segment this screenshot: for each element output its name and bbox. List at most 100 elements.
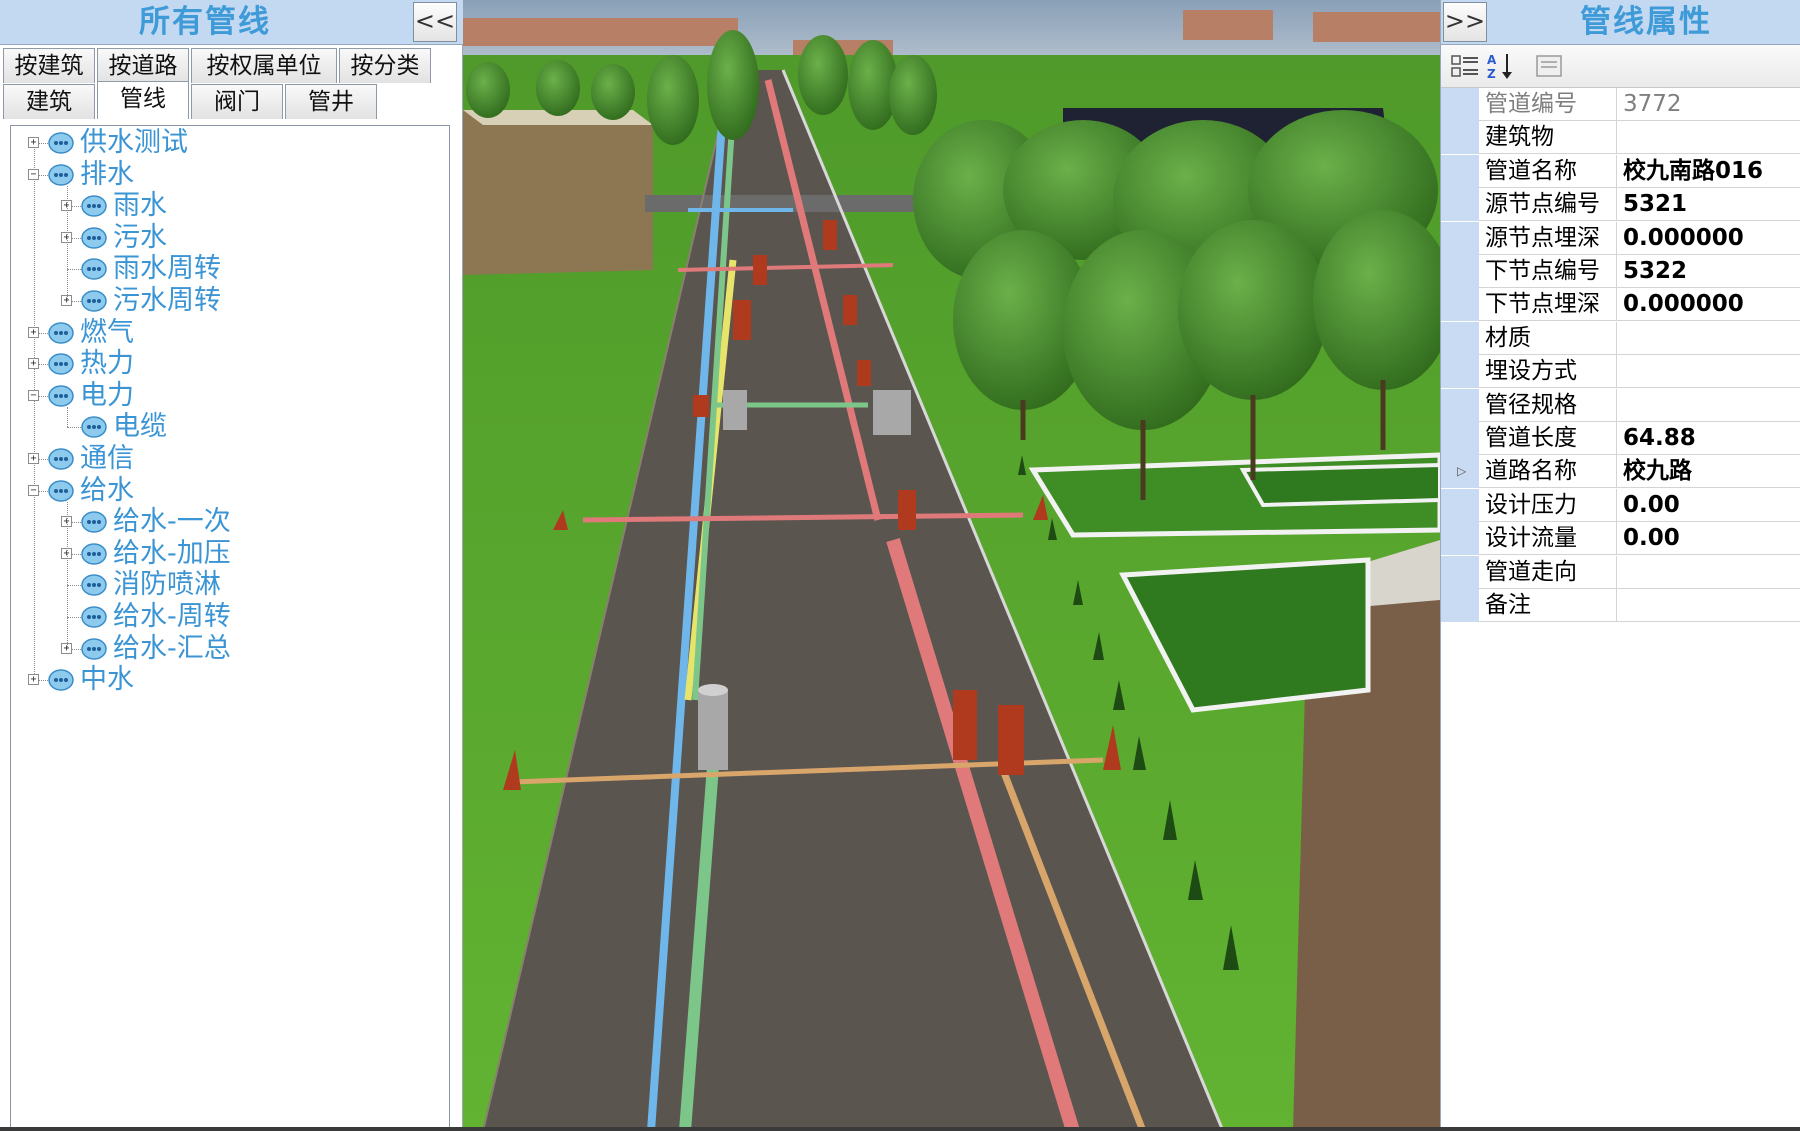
tab-type-1[interactable]: 管线 — [97, 81, 189, 119]
expand-icon[interactable]: + — [28, 453, 39, 464]
tab-group-1[interactable]: 按道路 — [97, 48, 189, 83]
tree-node[interactable]: 消防喷淋 — [11, 570, 441, 600]
property-value[interactable]: 64.88 — [1617, 422, 1800, 455]
tab-type-0[interactable]: 建筑 — [3, 84, 95, 119]
tree-node[interactable]: + 给水-汇总 — [11, 633, 441, 664]
pipeline-category-icon — [81, 606, 107, 628]
row-gutter — [1441, 422, 1479, 455]
tab-type-3[interactable]: 管井 — [285, 84, 377, 119]
collapse-left-button[interactable]: << — [413, 2, 457, 42]
property-row[interactable]: 下节点编号 5322 — [1441, 255, 1800, 288]
property-value[interactable]: 校九路 — [1617, 455, 1800, 489]
tree-node[interactable]: + 给水-一次 — [11, 507, 441, 537]
property-name: 设计压力 — [1479, 488, 1617, 522]
property-value[interactable]: 0.000000 — [1617, 288, 1800, 322]
property-row[interactable]: 设计流量 0.00 — [1441, 522, 1800, 556]
tree-guide-line — [67, 185, 68, 301]
pipeline-category-icon — [48, 669, 74, 691]
collapse-icon[interactable]: − — [28, 168, 39, 180]
property-row[interactable]: 埋设方式 — [1441, 355, 1800, 389]
tree-node-label: 给水-加压 — [113, 537, 231, 569]
row-gutter — [1441, 488, 1479, 522]
pipeline-category-icon — [48, 479, 74, 502]
tree-node[interactable]: + 通信 — [11, 444, 441, 474]
tab-group-3[interactable]: 按分类 — [339, 48, 431, 83]
row-gutter — [1441, 121, 1479, 155]
property-row[interactable]: 管径规格 — [1441, 388, 1800, 422]
tree-node-label: 给水-一次 — [113, 506, 231, 538]
pipeline-category-icon — [81, 416, 107, 439]
collapse-icon[interactable]: − — [28, 484, 39, 496]
property-value[interactable]: 校九南路016 — [1617, 155, 1800, 188]
property-value[interactable] — [1617, 322, 1800, 355]
property-name: 源节点编号 — [1479, 188, 1617, 222]
property-name: 道路名称 — [1479, 455, 1617, 489]
property-value[interactable] — [1617, 589, 1800, 622]
property-name: 备注 — [1479, 589, 1617, 622]
tree-node[interactable]: + 中水 — [11, 665, 441, 695]
tree-node[interactable]: + 雨水 — [11, 191, 441, 221]
tab-type-2[interactable]: 阀门 — [191, 84, 283, 119]
tree-node[interactable]: + 供水测试 — [11, 128, 441, 158]
property-row[interactable]: 备注 — [1441, 589, 1800, 622]
property-row[interactable]: 管道长度 64.88 — [1441, 422, 1800, 455]
tree-node-label: 雨水周转 — [113, 253, 221, 285]
property-row[interactable]: 管道名称 校九南路016 — [1441, 154, 1800, 188]
property-row[interactable]: 下节点埋深 0.000000 — [1441, 288, 1800, 322]
tree-node[interactable]: + 污水 — [11, 221, 441, 253]
tree-node[interactable]: − 排水 — [11, 159, 441, 190]
svg-text:A: A — [1487, 53, 1497, 67]
tree-node[interactable]: 电缆 — [11, 412, 441, 442]
property-value[interactable] — [1617, 121, 1800, 155]
tree-node[interactable]: + 热力 — [11, 349, 441, 379]
property-row[interactable]: 源节点编号 5321 — [1441, 188, 1800, 222]
categorized-icon[interactable] — [1449, 51, 1481, 81]
property-row[interactable]: 设计压力 0.00 — [1441, 488, 1800, 522]
property-value[interactable]: 0.00 — [1617, 522, 1800, 556]
tree-node-label: 污水 — [113, 221, 167, 253]
property-row[interactable]: 管道走向 — [1441, 555, 1800, 589]
property-name: 建筑物 — [1479, 121, 1617, 155]
tree-node[interactable]: 给水-周转 — [11, 602, 441, 632]
3d-scene-viewport[interactable] — [463, 0, 1440, 1131]
tree-node[interactable]: 雨水周转 — [11, 254, 441, 284]
row-gutter — [1441, 589, 1479, 622]
expand-icon[interactable]: + — [28, 326, 39, 338]
property-row[interactable]: 源节点埋深 0.000000 — [1441, 221, 1800, 255]
tree-node[interactable]: − 给水 — [11, 475, 441, 506]
tree-node-label: 消防喷淋 — [113, 569, 221, 601]
expand-icon[interactable]: + — [28, 674, 39, 686]
tree-node-label: 通信 — [80, 443, 134, 474]
property-pages-icon[interactable] — [1533, 51, 1565, 81]
property-value[interactable] — [1617, 389, 1800, 422]
property-row[interactable]: 管道编号 3772 — [1441, 88, 1800, 121]
right-panel-title: 管线属性 — [1580, 4, 1712, 40]
property-row[interactable]: 建筑物 — [1441, 121, 1800, 155]
row-gutter — [1441, 288, 1479, 322]
property-value[interactable]: 3772 — [1617, 88, 1800, 121]
tree-node[interactable]: − 电力 — [11, 380, 441, 411]
property-value[interactable] — [1617, 355, 1800, 389]
property-row[interactable]: 材质 — [1441, 321, 1800, 355]
tree-node[interactable]: + 燃气 — [11, 317, 441, 348]
row-gutter — [1441, 88, 1479, 121]
sort-alpha-icon[interactable]: A Z — [1485, 51, 1517, 81]
tree-node[interactable]: + 污水周转 — [11, 286, 441, 316]
collapse-icon[interactable]: − — [28, 389, 39, 401]
tab-group-0[interactable]: 按建筑 — [3, 48, 95, 83]
collapse-right-button[interactable]: >> — [1443, 2, 1487, 42]
property-row[interactable]: ▷ 道路名称 校九路 — [1441, 455, 1800, 489]
expand-icon[interactable]: + — [28, 137, 39, 148]
expand-icon[interactable]: + — [28, 358, 39, 370]
tab-group-2[interactable]: 按权属单位 — [191, 48, 337, 83]
property-value[interactable]: 5322 — [1617, 255, 1800, 288]
property-grid-toolbar: A Z — [1441, 45, 1800, 88]
property-value[interactable]: 0.000000 — [1617, 222, 1800, 255]
property-name: 源节点埋深 — [1479, 221, 1617, 255]
property-value[interactable]: 5321 — [1617, 188, 1800, 222]
property-value[interactable] — [1617, 556, 1800, 589]
tree-node[interactable]: + 给水-加压 — [11, 537, 441, 569]
property-name: 下节点埋深 — [1479, 288, 1617, 322]
tree-connector — [67, 269, 81, 271]
property-value[interactable]: 0.00 — [1617, 489, 1800, 522]
